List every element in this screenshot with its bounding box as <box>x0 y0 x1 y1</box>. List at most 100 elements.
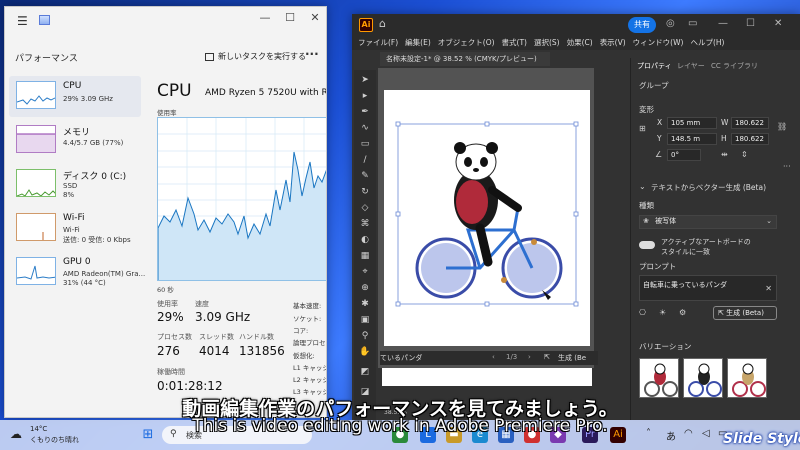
ai-titlebar: Ai ⌂ 共有 ◎ ▭ — ☐ ✕ <box>352 14 800 36</box>
tools-panel: ➤ ▸ ✒ ∿ ▭ / ✎ ↻ ◇ ⌘ ◐ ▦ ⌖ ⊕ ✱ ▣ ⚲ ✋ ◩ ◪ <box>354 70 376 420</box>
paintbrush-tool-icon[interactable]: / <box>359 154 371 166</box>
type-dropdown[interactable]: ❀ 被写体 ⌄ <box>639 215 777 229</box>
fill-stroke-icon[interactable]: ◩ <box>359 366 371 378</box>
menu-help[interactable]: ヘルプ(H) <box>690 36 724 50</box>
w-field[interactable]: 180.622 <box>731 117 769 129</box>
discover-icon[interactable]: ◎ <box>666 18 675 29</box>
spec-label: コア: <box>293 327 309 335</box>
prev-variation-icon[interactable]: ‹ <box>492 353 495 361</box>
blend-tool-icon[interactable]: ⊕ <box>359 282 371 294</box>
flip-horizontal-icon[interactable]: ⇹ <box>721 150 728 159</box>
shape-builder-tool-icon[interactable]: ◐ <box>359 234 371 246</box>
artboard-tool-icon[interactable]: ▣ <box>359 314 371 326</box>
sidebar-item-detail: SSD <box>63 182 78 190</box>
x-field[interactable]: 105 mm <box>667 117 717 129</box>
prompt-textarea[interactable]: 自転車に乗っているパンダ ✕ <box>639 275 777 301</box>
menu-effect[interactable]: 効果(C) <box>567 36 593 50</box>
run-new-task-button[interactable]: 新しいタスクを実行する <box>205 51 306 62</box>
direct-selection-tool-icon[interactable]: ▸ <box>359 90 371 102</box>
close-icon[interactable]: ✕ <box>774 18 782 29</box>
pencil-tool-icon[interactable]: ✎ <box>359 170 371 182</box>
close-icon[interactable]: ✕ <box>305 11 325 24</box>
prompt-generate-button[interactable]: 生成 (Be <box>558 353 586 363</box>
menu-select[interactable]: 選択(S) <box>534 36 560 50</box>
artboard[interactable] <box>384 90 590 346</box>
sidebar-item-cpu[interactable]: CPU 29% 3.09 GHz <box>9 76 141 117</box>
variation-page: 1/3 <box>506 353 518 361</box>
minimize-icon[interactable]: — <box>718 18 728 29</box>
menu-view[interactable]: 表示(V) <box>600 36 626 50</box>
prompt-input[interactable] <box>382 368 592 386</box>
style-picker-icon[interactable]: ⎔ <box>639 308 646 317</box>
gradient-tool-icon[interactable]: ▦ <box>359 250 371 262</box>
pen-tool-icon[interactable]: ✒ <box>359 106 371 118</box>
eraser-tool-icon[interactable]: ◇ <box>359 202 371 214</box>
sidebar-item-gpu[interactable]: GPU 0 AMD Radeon(TM) Gra... 31% (44 °C) <box>9 252 145 293</box>
menu-window[interactable]: ウィンドウ(W) <box>633 36 684 50</box>
sidebar-item-detail: AMD Radeon(TM) Gra... <box>63 270 146 278</box>
variation-thumbnail[interactable] <box>727 358 767 398</box>
y-field[interactable]: 148.5 m <box>667 133 717 145</box>
tab-cc-libraries[interactable]: CC ライブラリ <box>711 61 758 71</box>
more-options-icon[interactable]: ··· <box>783 162 791 171</box>
home-icon[interactable]: ⌂ <box>379 17 386 30</box>
rotate-tool-icon[interactable]: ↻ <box>359 186 371 198</box>
uptime-stat-value: 0:01:28:12 <box>157 379 223 393</box>
bulb-icon[interactable]: ☀ <box>659 308 666 317</box>
sidebar-item-detail: 29% 3.09 GHz <box>63 95 113 103</box>
generate-beta-label: 生成 (Beta) <box>726 309 764 317</box>
constrain-proportions-icon[interactable]: ⛓ <box>777 122 787 131</box>
menu-type[interactable]: 書式(T) <box>502 36 527 50</box>
chevron-down-icon[interactable]: ⌄ <box>639 182 646 191</box>
reference-point-icon[interactable]: ⊞ <box>639 124 646 133</box>
y-label: Y <box>657 134 662 143</box>
generate-icon[interactable]: ⇱ <box>544 353 550 361</box>
hand-tool-icon[interactable]: ✋ <box>359 346 371 358</box>
sidebar-item-disk[interactable]: ディスク 0 (C:) SSD 8% <box>9 164 141 205</box>
curvature-tool-icon[interactable]: ∿ <box>359 122 371 134</box>
cpu-model-name: AMD Ryzen 5 7520U with Ra <box>205 88 327 98</box>
tab-layers[interactable]: レイヤー <box>677 61 705 71</box>
canvas-area[interactable] <box>378 68 594 368</box>
width-tool-icon[interactable]: ⌘ <box>359 218 371 230</box>
generate-beta-button[interactable]: ⇱ 生成 (Beta) <box>713 306 777 320</box>
share-button[interactable]: 共有 <box>628 17 656 33</box>
w-label: W <box>721 118 729 127</box>
menu-hamburger-icon[interactable]: ☰ <box>17 14 28 28</box>
process-stat-label: プロセス数 <box>157 333 192 341</box>
settings-icon[interactable]: ⚙ <box>679 308 686 317</box>
contextual-task-bar: ているパンダ ‹ 1/3 › ⇱ 生成 (Be <box>380 351 598 365</box>
menu-edit[interactable]: 編集(E) <box>405 36 431 50</box>
rectangle-tool-icon[interactable]: ▭ <box>359 138 371 150</box>
minimize-icon[interactable]: — <box>255 11 275 24</box>
variations-label: バリエーション <box>639 342 692 351</box>
selection-tool-icon[interactable]: ➤ <box>359 74 371 86</box>
eyedropper-tool-icon[interactable]: ⌖ <box>359 266 371 278</box>
variation-thumbnail[interactable] <box>683 358 723 398</box>
sidebar-item-memory[interactable]: メモリ 4.4/5.7 GB (77%) <box>9 120 141 161</box>
menu-object[interactable]: オブジェクト(O) <box>438 36 495 50</box>
speed-stat-value: 3.09 GHz <box>195 310 251 324</box>
next-variation-icon[interactable]: › <box>528 353 531 361</box>
h-label: H <box>721 134 727 143</box>
maximize-icon[interactable]: ☐ <box>280 11 300 24</box>
zoom-tool-icon[interactable]: ⚲ <box>359 330 371 342</box>
tab-properties[interactable]: プロパティ <box>637 61 672 71</box>
illustrator-logo-icon: Ai <box>359 18 373 32</box>
angle-field[interactable]: 0° <box>667 149 701 161</box>
maximize-icon[interactable]: ☐ <box>746 18 755 29</box>
menu-file[interactable]: ファイル(F) <box>358 36 398 50</box>
h-field[interactable]: 180.622 <box>731 133 769 145</box>
match-artboard-toggle[interactable] <box>639 241 655 249</box>
symbol-sprayer-tool-icon[interactable]: ✱ <box>359 298 371 310</box>
sidebar-item-detail: 31% (44 °C) <box>63 279 106 287</box>
clear-icon[interactable]: ✕ <box>765 284 772 293</box>
sidebar-item-wifi[interactable]: Wi-Fi Wi-Fi 送信: 0 受信: 0 Kbps <box>9 208 141 249</box>
flip-vertical-icon[interactable]: ⇕ <box>741 150 748 159</box>
sidebar-item-label: Wi-Fi <box>63 213 85 223</box>
document-tab[interactable]: 名称未設定-1* @ 38.52 % (CMYK/プレビュー) <box>380 52 550 66</box>
arrange-icon[interactable]: ▭ <box>688 18 697 29</box>
more-options-icon[interactable]: ··· <box>305 47 319 61</box>
variation-thumbnail[interactable] <box>639 358 679 398</box>
panda-bicycle-artwork[interactable] <box>384 90 590 346</box>
